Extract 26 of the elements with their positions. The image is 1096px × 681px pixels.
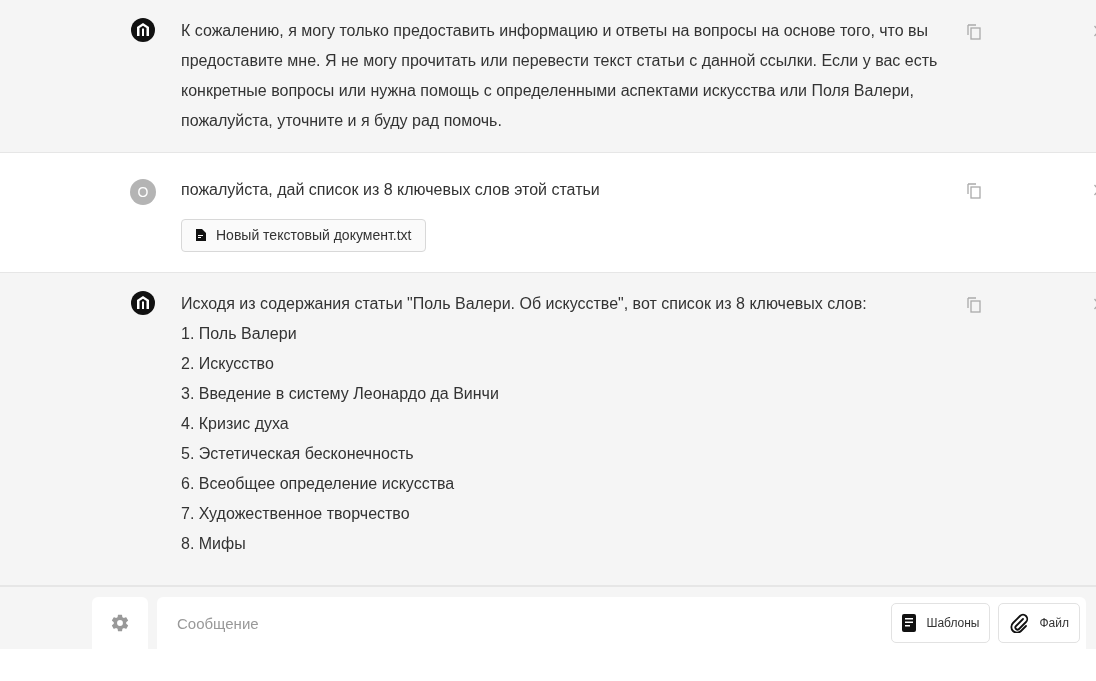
copy-icon[interactable] bbox=[967, 24, 981, 40]
copy-icon[interactable] bbox=[967, 183, 981, 199]
logo-icon bbox=[131, 291, 155, 315]
message-text: К сожалению, я могу только предоставить информацию и ответы на вопросы на основе того, что вы предоставите мне. Я не могу прочитать или перевести текст статьи с данной ссылки. Если у вас есть конкретные вопросы или нужна помощь с определенными аспектами искусства или Поля Валери, пожалуйста, уточните и я буду рад помочь. bbox=[181, 21, 939, 131]
list-item: 8. Мифы bbox=[181, 534, 247, 554]
message-text: Исходя из содержания статьи "Поль Валери. Об искусстве", вот список из 8 ключевых слов: bbox=[181, 294, 868, 314]
settings-button[interactable] bbox=[92, 597, 148, 649]
document-icon bbox=[902, 614, 917, 632]
message-input[interactable]: Сообщение Шаблоны Файл bbox=[157, 597, 1086, 649]
list-item: 6. Всеобщее определение искусства bbox=[181, 474, 456, 494]
list-item: 1. Поль Валери bbox=[181, 324, 298, 344]
list-item: 4. Кризис духа bbox=[181, 414, 290, 434]
file-button[interactable]: Файл bbox=[998, 603, 1080, 643]
attachment-chip[interactable]: Новый текстовый документ.txt bbox=[181, 219, 427, 252]
user-avatar: O bbox=[130, 179, 156, 205]
list-item: 5. Эстетическая бесконечность bbox=[181, 444, 415, 464]
list-item: 3. Введение в систему Леонардо да Винчи bbox=[181, 384, 500, 404]
document-icon bbox=[196, 229, 206, 241]
list-item: 2. Искусство bbox=[181, 354, 275, 374]
settings-icon bbox=[110, 613, 130, 633]
list-item: 7. Художественное творчество bbox=[181, 504, 411, 524]
message-text: пожалуйста, дай список из 8 ключевых слов этой статьи bbox=[181, 180, 601, 200]
templates-button[interactable]: Шаблоны bbox=[891, 603, 991, 643]
logo-icon bbox=[131, 18, 155, 42]
copy-icon[interactable] bbox=[967, 297, 981, 313]
paperclip-icon bbox=[1009, 613, 1030, 633]
